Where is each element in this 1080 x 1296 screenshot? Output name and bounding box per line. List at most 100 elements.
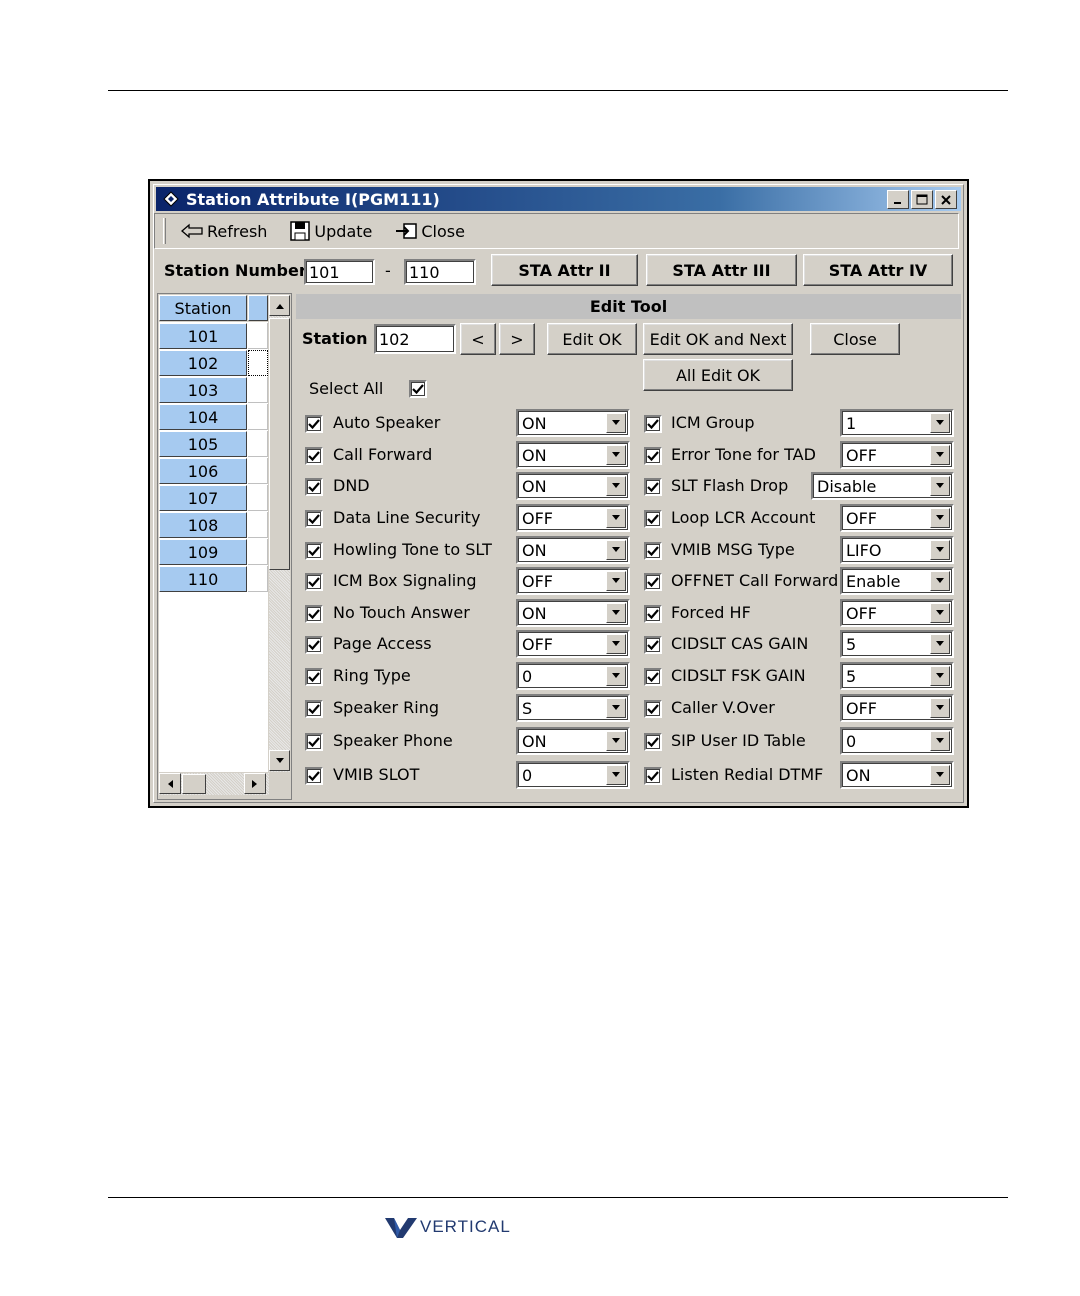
attr-checkbox[interactable]	[644, 415, 662, 433]
prev-station-button[interactable]: <	[460, 323, 496, 355]
station-range-to-input[interactable]: 110	[404, 259, 476, 285]
attr-select[interactable]: 0	[840, 727, 954, 755]
attr-select[interactable]: S	[516, 694, 630, 722]
attr-select[interactable]: ON	[516, 727, 630, 755]
attr-select[interactable]: OFF	[840, 694, 954, 722]
edit-ok-next-button[interactable]: Edit OK and Next	[643, 323, 793, 355]
dropdown-arrow[interactable]	[606, 413, 626, 433]
station-row-cell[interactable]	[248, 566, 268, 592]
dropdown-arrow[interactable]	[606, 731, 626, 751]
attr-select[interactable]: OFF	[840, 599, 954, 627]
sta-attr-iv-button[interactable]: STA Attr IV	[803, 254, 953, 286]
dropdown-arrow[interactable]	[606, 571, 626, 591]
dropdown-arrow[interactable]	[930, 634, 950, 654]
attr-select[interactable]: ON	[840, 761, 954, 789]
dropdown-arrow[interactable]	[930, 476, 950, 496]
scroll-down-button[interactable]	[269, 750, 290, 771]
attr-checkbox[interactable]	[305, 636, 323, 654]
station-column-header[interactable]: Station	[159, 295, 247, 321]
attr-select[interactable]: 5	[840, 662, 954, 690]
dropdown-arrow[interactable]	[606, 698, 626, 718]
sta-attr-iii-button[interactable]: STA Attr III	[646, 254, 797, 286]
station-row[interactable]: 110	[159, 566, 247, 592]
dropdown-arrow[interactable]	[606, 765, 626, 785]
attr-checkbox[interactable]	[305, 510, 323, 528]
edit-ok-button[interactable]: Edit OK	[547, 323, 637, 355]
attr-checkbox[interactable]	[305, 733, 323, 751]
station-row-cell[interactable]	[248, 485, 268, 511]
station-row-cell[interactable]	[248, 512, 268, 538]
station-row[interactable]: 108	[159, 512, 247, 538]
attr-checkbox[interactable]	[644, 478, 662, 496]
attr-select[interactable]: OFF	[840, 441, 954, 469]
attr-checkbox[interactable]	[305, 767, 323, 785]
station-row-cell[interactable]	[248, 350, 268, 376]
toolbar-grip[interactable]	[163, 218, 166, 244]
dropdown-arrow[interactable]	[930, 508, 950, 528]
attr-checkbox[interactable]	[644, 573, 662, 591]
next-station-button[interactable]: >	[499, 323, 535, 355]
attr-select[interactable]: ON	[516, 536, 630, 564]
attr-checkbox[interactable]	[305, 700, 323, 718]
station-row-cell[interactable]	[248, 539, 268, 565]
station-row[interactable]: 103	[159, 377, 247, 403]
edit-close-button[interactable]: Close	[810, 323, 900, 355]
close-window-button[interactable]	[935, 190, 957, 209]
attr-checkbox[interactable]	[644, 733, 662, 751]
station-row-cell[interactable]	[248, 323, 268, 349]
station-row[interactable]: 102	[159, 350, 247, 376]
attr-select[interactable]: ON	[516, 441, 630, 469]
attr-checkbox[interactable]	[305, 447, 323, 465]
attr-checkbox[interactable]	[644, 510, 662, 528]
dropdown-arrow[interactable]	[930, 445, 950, 465]
attr-checkbox[interactable]	[644, 668, 662, 686]
station-row[interactable]: 104	[159, 404, 247, 430]
dropdown-arrow[interactable]	[606, 666, 626, 686]
attr-checkbox[interactable]	[305, 415, 323, 433]
all-edit-ok-button[interactable]: All Edit OK	[643, 359, 793, 391]
attr-select[interactable]: OFF	[516, 630, 630, 658]
attr-checkbox[interactable]	[644, 636, 662, 654]
dropdown-arrow[interactable]	[930, 731, 950, 751]
update-button[interactable]: Update	[289, 220, 372, 242]
station-range-from-input[interactable]: 101	[304, 259, 375, 285]
station-row[interactable]: 109	[159, 539, 247, 565]
attr-select[interactable]: 0	[516, 662, 630, 690]
attr-select[interactable]: LIFO	[840, 536, 954, 564]
station-row[interactable]: 105	[159, 431, 247, 457]
attr-checkbox[interactable]	[305, 478, 323, 496]
sta-attr-ii-button[interactable]: STA Attr II	[491, 254, 638, 286]
refresh-button[interactable]: Refresh	[180, 222, 267, 241]
attr-select[interactable]: OFF	[516, 567, 630, 595]
select-all-checkbox[interactable]	[409, 380, 427, 398]
maximize-button[interactable]	[911, 190, 933, 209]
dropdown-arrow[interactable]	[930, 540, 950, 560]
dropdown-arrow[interactable]	[930, 666, 950, 686]
dropdown-arrow[interactable]	[606, 603, 626, 623]
attr-checkbox[interactable]	[644, 700, 662, 718]
attr-select[interactable]: Enable	[840, 567, 954, 595]
attr-select[interactable]: 5	[840, 630, 954, 658]
station-row-cell[interactable]	[248, 404, 268, 430]
close-button[interactable]: Close	[394, 222, 465, 241]
attr-select[interactable]: OFF	[516, 504, 630, 532]
dropdown-arrow[interactable]	[930, 698, 950, 718]
station-row-cell[interactable]	[248, 377, 268, 403]
attr-checkbox[interactable]	[305, 668, 323, 686]
attr-select[interactable]: OFF	[840, 504, 954, 532]
edit-station-input[interactable]: 102	[374, 324, 456, 354]
dropdown-arrow[interactable]	[606, 445, 626, 465]
attr-checkbox[interactable]	[644, 605, 662, 623]
attr-checkbox[interactable]	[644, 767, 662, 785]
scroll-up-button[interactable]	[269, 295, 290, 316]
attr-checkbox[interactable]	[305, 573, 323, 591]
attr-select[interactable]: 1	[840, 409, 954, 437]
station-row-cell[interactable]	[248, 431, 268, 457]
vscroll-thumb[interactable]	[269, 318, 290, 570]
title-bar[interactable]: Station Attribute I(PGM111)	[156, 187, 961, 211]
dropdown-arrow[interactable]	[606, 540, 626, 560]
minimize-button[interactable]	[887, 190, 909, 209]
scroll-left-button[interactable]	[159, 773, 181, 794]
scroll-right-button[interactable]	[244, 773, 266, 794]
dropdown-arrow[interactable]	[930, 765, 950, 785]
